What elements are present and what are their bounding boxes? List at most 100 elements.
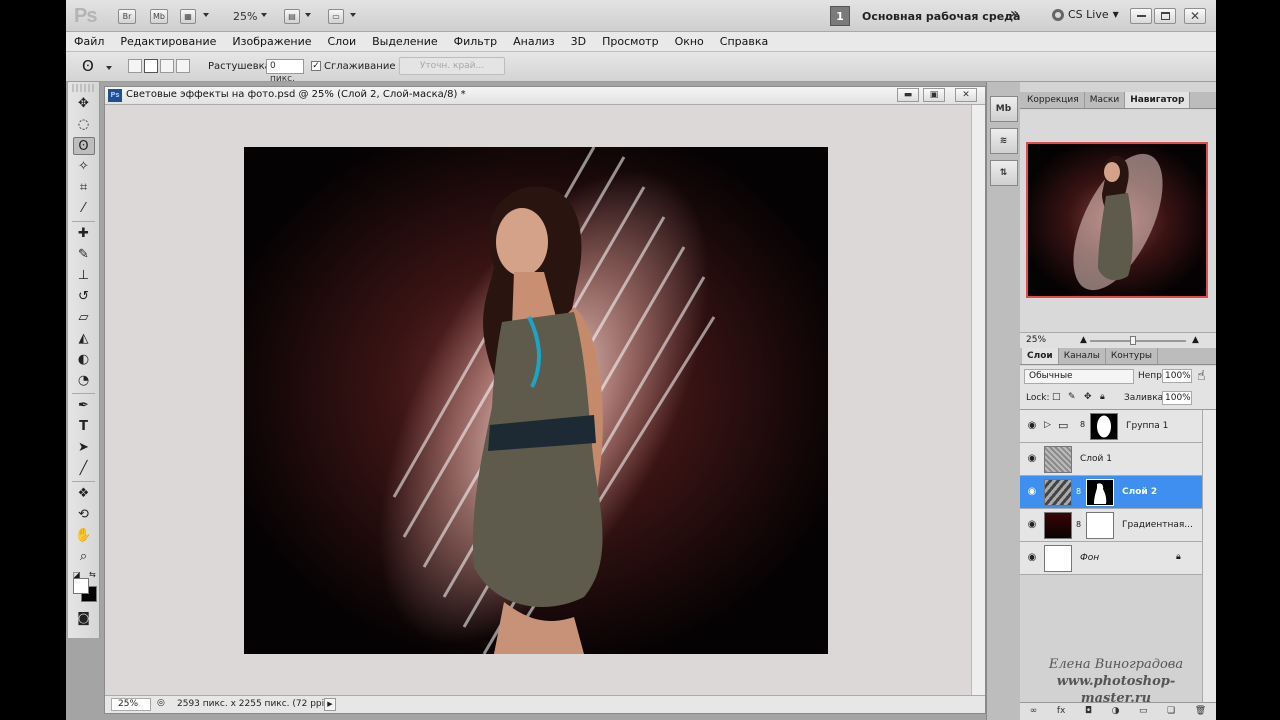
arrange-documents-button[interactable]: ▤ [284, 9, 300, 24]
tab-navigator[interactable]: Навигатор [1125, 92, 1191, 108]
history-brush-tool-icon[interactable]: ↺ [73, 288, 95, 306]
layer-row[interactable]: ◉ ▷ ▭ 8 Группа 1 [1020, 410, 1202, 443]
menu-edit[interactable]: Редактирование [120, 32, 216, 51]
healing-brush-tool-icon[interactable]: ✚ [73, 225, 95, 243]
toolbox-grip[interactable] [72, 84, 95, 92]
link-icon[interactable]: 8 [1076, 520, 1081, 529]
mini-bridge-button[interactable]: Mb [150, 9, 168, 24]
blur-tool-icon[interactable]: ◐ [73, 351, 95, 369]
layer-thumbnail[interactable] [1044, 479, 1072, 506]
group-expand-icon[interactable]: ▷ [1044, 420, 1051, 430]
document-photo[interactable] [244, 147, 828, 654]
zoom-level[interactable]: 25% [233, 10, 257, 23]
layer-mask-thumbnail[interactable] [1086, 512, 1114, 539]
new-selection-mode[interactable] [128, 59, 142, 73]
tab-channels[interactable]: Каналы [1059, 348, 1106, 364]
pen-tool-icon[interactable]: ✒ [73, 397, 95, 415]
opacity-input[interactable]: 100% [1162, 369, 1192, 383]
tools-preset-panel-button[interactable]: ⇅ [989, 160, 1018, 186]
lasso-preset-icon[interactable]: ʘ [82, 57, 94, 75]
swap-colors-icon[interactable]: ⇆ [89, 570, 96, 579]
visibility-eye-icon[interactable]: ◉ [1025, 486, 1039, 498]
more-workspaces-icon[interactable]: » [1010, 6, 1019, 22]
menu-image[interactable]: Изображение [232, 32, 311, 51]
3d-orbit-tool-icon[interactable]: ⟲ [73, 506, 95, 524]
layer-row[interactable]: ◉ 8 Градиентная... [1020, 509, 1202, 542]
cs-live-button[interactable]: CS Live ▼ [1052, 8, 1119, 21]
menu-filter[interactable]: Фильтр [454, 32, 498, 51]
color-swatches[interactable]: ◪ ⇆ [71, 570, 97, 606]
layer-thumbnail[interactable] [1044, 545, 1072, 572]
link-icon[interactable]: 8 [1076, 487, 1081, 496]
layer-thumbnail[interactable] [1044, 512, 1072, 539]
layer-thumbnail[interactable] [1044, 446, 1072, 473]
chevron-down-icon[interactable] [350, 13, 356, 17]
tab-adjustments[interactable]: Коррекция [1022, 92, 1085, 108]
menu-help[interactable]: Справка [720, 32, 768, 51]
zoom-out-icon[interactable]: ▲ [1080, 333, 1087, 348]
tab-paths[interactable]: Контуры [1106, 348, 1159, 364]
menu-window[interactable]: Окно [675, 32, 704, 51]
eraser-tool-icon[interactable]: ▱ [73, 309, 95, 327]
status-menu-arrow-icon[interactable]: ▶ [324, 698, 336, 711]
lock-position-icon[interactable]: ✥ [1084, 392, 1092, 402]
menu-select[interactable]: Выделение [372, 32, 438, 51]
status-zoom-field[interactable]: 25% [111, 698, 151, 711]
layer-row[interactable]: ◉ Слой 1 [1020, 443, 1202, 476]
quick-mask-icon[interactable]: ◙ [73, 610, 95, 628]
close-button[interactable]: ✕ [1184, 8, 1206, 24]
antialias-checkbox[interactable]: ✓ [311, 61, 321, 71]
foreground-color[interactable] [73, 578, 89, 594]
vertical-scrollbar[interactable] [971, 105, 985, 695]
doc-minimize-button[interactable]: ▬ [897, 88, 919, 102]
path-selection-tool-icon[interactable]: ➤ [73, 439, 95, 457]
chevron-down-icon[interactable] [305, 13, 311, 17]
add-to-selection-mode[interactable] [144, 59, 158, 73]
tab-layers[interactable]: Слои [1022, 348, 1059, 364]
workspace-number[interactable]: 1 [830, 6, 850, 26]
doc-restore-button[interactable]: ▣ [923, 88, 945, 102]
subtract-selection-mode[interactable] [160, 59, 174, 73]
navigator-zoom-knob[interactable] [1130, 336, 1136, 345]
lock-transparent-icon[interactable]: □ [1052, 392, 1061, 402]
tab-masks[interactable]: Маски [1085, 92, 1126, 108]
clone-stamp-tool-icon[interactable]: ⊥ [73, 267, 95, 285]
layer-row[interactable]: ◉ Фон 🔒︎ [1020, 542, 1202, 575]
screen-mode-button[interactable]: ▭ [328, 9, 344, 24]
move-tool-icon[interactable]: ✥ [73, 95, 95, 113]
feather-input[interactable]: 0 пикс. [266, 59, 304, 84]
zoom-in-icon[interactable]: ▲ [1192, 333, 1199, 348]
3d-rotate-tool-icon[interactable]: ❖ [73, 485, 95, 503]
type-tool-icon[interactable]: T [73, 418, 95, 436]
visibility-eye-icon[interactable]: ◉ [1025, 519, 1039, 531]
navigator-zoom-slider[interactable] [1090, 340, 1186, 342]
crop-tool-icon[interactable]: ⌗ [73, 179, 95, 197]
document-title-bar[interactable]: Ps Световые эффекты на фото.psd @ 25% (С… [105, 87, 985, 105]
paint-bucket-tool-icon[interactable]: ◭ [73, 330, 95, 348]
minimize-button[interactable] [1130, 8, 1152, 24]
eyedropper-tool-icon[interactable]: ⁄ [73, 200, 95, 218]
mini-bridge-panel-button[interactable]: Mb [989, 96, 1018, 122]
brush-tool-icon[interactable]: ✎ [73, 246, 95, 264]
lasso-tool-icon[interactable]: ʘ [72, 137, 95, 155]
view-extras-button[interactable]: ▦ [180, 9, 196, 24]
blend-mode-select[interactable]: Обычные [1024, 369, 1134, 384]
dodge-tool-icon[interactable]: ◔ [73, 372, 95, 390]
navigator-zoom-value[interactable]: 25% [1026, 335, 1046, 345]
intersect-selection-mode[interactable] [176, 59, 190, 73]
doc-close-button[interactable]: ✕ [955, 88, 977, 102]
menu-view[interactable]: Просмотр [602, 32, 658, 51]
group-mask-thumbnail[interactable] [1090, 413, 1118, 440]
fill-input[interactable]: 100% [1162, 391, 1192, 405]
canvas-area[interactable] [105, 105, 971, 695]
zoom-tool-icon[interactable]: ⌕ [73, 548, 95, 566]
history-panel-button[interactable]: ≋ [989, 128, 1018, 154]
menu-layer[interactable]: Слои [328, 32, 357, 51]
visibility-eye-icon[interactable]: ◉ [1025, 453, 1039, 465]
maximize-button[interactable] [1154, 8, 1176, 24]
menu-analysis[interactable]: Анализ [513, 32, 555, 51]
lock-all-icon[interactable]: 🔒︎ [1100, 392, 1105, 402]
navigator-preview[interactable] [1026, 142, 1208, 298]
workspace-name[interactable]: Основная рабочая среда [862, 10, 1020, 23]
bridge-button[interactable]: Br [118, 9, 136, 24]
